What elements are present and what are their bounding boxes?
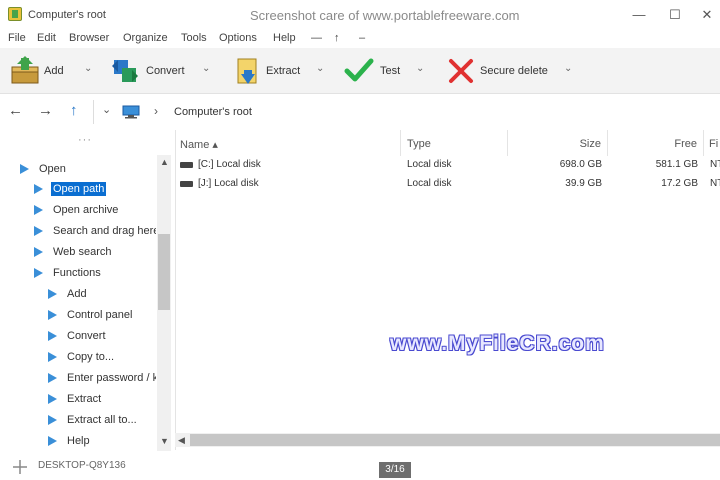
window-title: Computer's root — [28, 9, 106, 21]
delete-x-icon — [449, 59, 473, 83]
triangle-right-icon — [34, 205, 43, 215]
forward-arrow-icon[interactable]: → — [38, 102, 53, 120]
horizontal-scroll-thumb[interactable] — [190, 434, 720, 446]
extract-label: Extract — [266, 65, 301, 77]
triangle-right-icon — [48, 352, 57, 362]
triangle-right-icon — [48, 310, 57, 320]
page-counter: 3/16 — [379, 462, 411, 478]
title-bar: Computer's root Screenshot care of www.p… — [0, 0, 720, 30]
table-row[interactable]: [C:] Local disk Local disk 698.0 GB 581.… — [176, 156, 720, 175]
triangle-right-icon — [48, 289, 57, 299]
secure-delete-button[interactable]: Secure delete ⌄ — [446, 54, 578, 88]
triangle-right-icon — [34, 268, 43, 278]
extract-button[interactable]: Extract ⌄ — [232, 54, 330, 88]
toolbar: Add ⌄ Convert ⌄ Extract ⌄ Test ⌄ Secure … — [0, 48, 720, 94]
menu-minimize-ribbon[interactable]: — — [311, 32, 322, 44]
chevron-down-icon[interactable]: ⌄ — [416, 63, 424, 74]
table-row[interactable]: [J:] Local disk Local disk 39.9 GB 17.2 … — [176, 175, 720, 194]
triangle-right-icon — [34, 226, 43, 236]
history-dropdown-icon[interactable]: ⌄ — [102, 103, 111, 116]
convert-label: Convert — [146, 65, 185, 77]
minimize-button[interactable]: — — [628, 5, 650, 25]
address-field[interactable]: ⌄ › Computer's root — [93, 100, 720, 124]
status-bar: DESKTOP-Q8Y136 — [0, 454, 720, 480]
tree-options-icon[interactable]: ··· — [78, 134, 92, 146]
menu-up[interactable]: ↑ — [334, 32, 340, 44]
test-label: Test — [380, 65, 401, 77]
column-filesystem[interactable]: Fi — [704, 130, 720, 156]
menu-edit[interactable]: Edit — [37, 32, 56, 44]
scroll-down-icon[interactable]: ▼ — [160, 436, 169, 446]
triangle-right-icon — [48, 415, 57, 425]
drive-icon — [180, 181, 193, 187]
triangle-right-icon — [48, 436, 57, 446]
chevron-down-icon[interactable]: ⌄ — [564, 63, 572, 74]
column-name[interactable]: Name ▴ — [176, 130, 401, 156]
status-computer-name: DESKTOP-Q8Y136 — [38, 460, 126, 471]
watermark: www.MyFileCR.com — [390, 332, 605, 355]
move-icon — [13, 460, 27, 474]
drive-icon — [180, 162, 193, 168]
column-free[interactable]: Free — [608, 130, 704, 156]
triangle-right-icon — [20, 164, 29, 174]
menu-extra[interactable]: – — [359, 32, 365, 44]
back-arrow-icon[interactable]: ← — [8, 102, 23, 120]
menu-help[interactable]: Help — [273, 32, 296, 44]
tree-item-search[interactable]: Search and drag here — [34, 222, 156, 240]
navigation-tree: ··· Open Open path Open archive Search a… — [0, 130, 172, 451]
computer-icon — [122, 105, 140, 119]
tree-scroll-thumb[interactable] — [158, 234, 170, 310]
test-button[interactable]: Test ⌄ — [344, 54, 430, 88]
triangle-right-icon — [34, 247, 43, 257]
menu-file[interactable]: File — [8, 32, 26, 44]
triangle-right-icon — [48, 331, 57, 341]
maximize-button[interactable]: ☐ — [664, 5, 686, 25]
add-label: Add — [44, 65, 64, 77]
chevron-down-icon[interactable]: ⌄ — [316, 63, 324, 74]
menu-bar: File Edit Browser Organize Tools Options… — [0, 30, 720, 48]
add-archive-icon — [11, 56, 39, 84]
convert-button[interactable]: Convert ⌄ — [110, 54, 218, 88]
column-size[interactable]: Size — [508, 130, 608, 156]
scroll-up-icon[interactable]: ▲ — [160, 157, 169, 167]
secure-delete-label: Secure delete — [480, 65, 548, 77]
chevron-down-icon[interactable]: ⌄ — [202, 63, 210, 74]
convert-icon — [112, 60, 138, 82]
file-list: Name ▴ Type Size Free Fi [C:] Local disk… — [175, 130, 720, 450]
address-bar: ← → ↑ ⌄ › Computer's root — [0, 98, 720, 126]
menu-organize[interactable]: Organize — [123, 32, 168, 44]
address-path[interactable]: Computer's root — [174, 106, 252, 118]
triangle-right-icon — [34, 184, 43, 194]
menu-options[interactable]: Options — [219, 32, 257, 44]
app-icon — [8, 7, 22, 21]
column-type[interactable]: Type — [401, 130, 508, 156]
add-button[interactable]: Add ⌄ — [10, 54, 100, 88]
triangle-right-icon — [48, 394, 57, 404]
up-arrow-icon[interactable]: ↑ — [70, 102, 78, 120]
checkmark-icon — [344, 58, 374, 82]
menu-tools[interactable]: Tools — [181, 32, 207, 44]
close-button[interactable]: ✕ — [696, 5, 718, 25]
tree-item-enter-password[interactable]: Enter password / keyfile — [48, 369, 156, 387]
chevron-down-icon[interactable]: ⌄ — [84, 63, 92, 74]
screenshot-caption: Screenshot care of www.portablefreeware.… — [250, 8, 520, 23]
triangle-right-icon — [48, 373, 57, 383]
menu-browser[interactable]: Browser — [69, 32, 109, 44]
path-separator: › — [154, 104, 158, 118]
scroll-left-icon[interactable]: ◀ — [178, 435, 185, 446]
extract-icon — [237, 58, 257, 84]
